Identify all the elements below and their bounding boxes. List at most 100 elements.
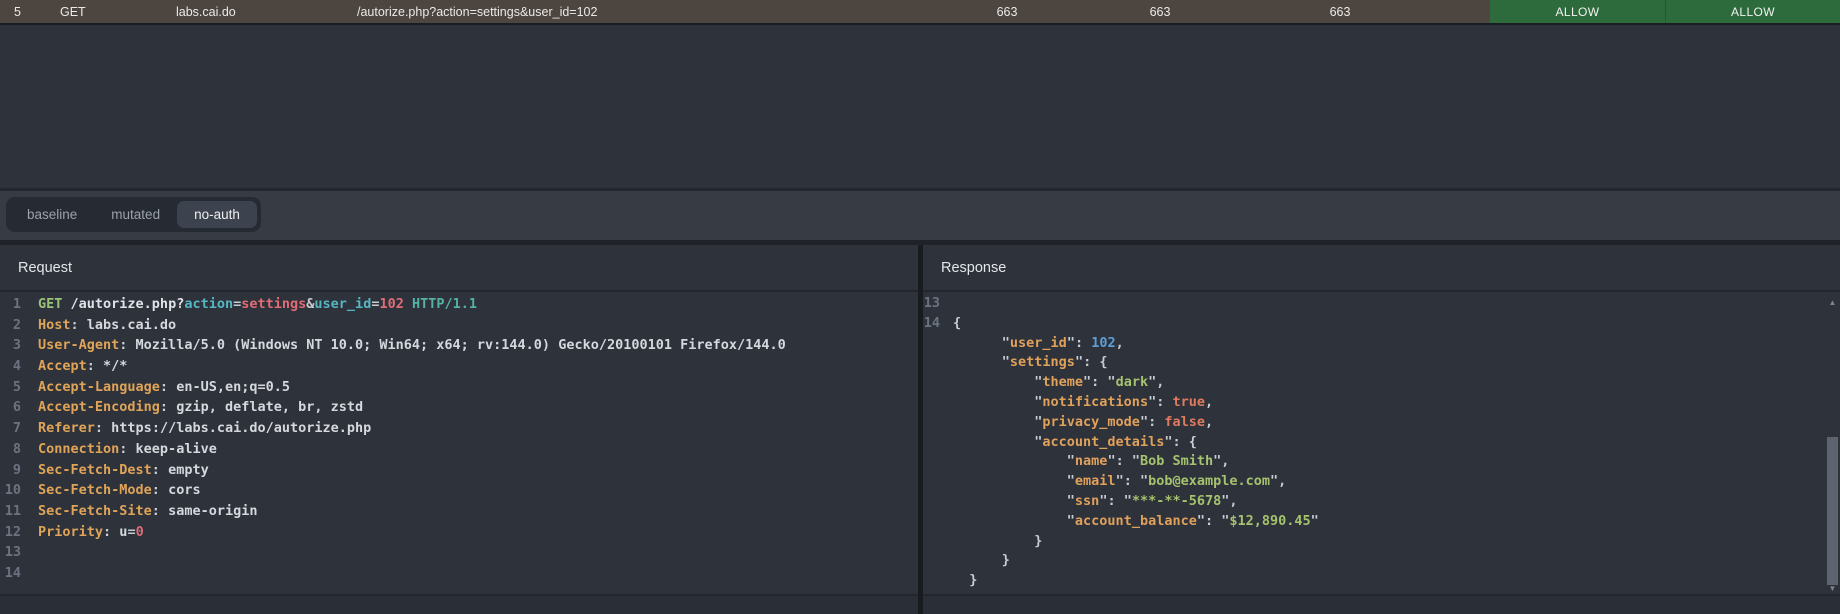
line-number [923,571,940,591]
code-line: 7 Referer: https://labs.cai.do/autorize.p… [0,418,918,439]
row-cell-length-baseline[interactable]: 663 [884,0,1130,23]
code-line: "name": "Bob Smith", [923,452,1840,472]
code-line: 3 User-Agent: Mozilla/5.0 (Windows NT 10.… [0,335,918,356]
row-cell-method[interactable]: GET [45,0,140,23]
code-line: 12 Priority: u=0 [0,522,918,543]
line-number: 3 [0,335,21,356]
row-cell-id[interactable]: 5 [0,0,45,23]
line-number: 4 [0,356,21,377]
request-code-editor[interactable]: 1 GET /autorize.php?action=settings&user_… [0,292,918,594]
code-line-text: GET /autorize.php?action=settings&user_i… [38,294,477,315]
response-code-editor[interactable]: 1314 { "user_id": 102, "settings": { "the… [923,292,1840,594]
code-line-text: "email": "bob@example.com", [953,472,1286,492]
code-line: "account_details": { [923,433,1840,453]
line-number: 7 [0,418,21,439]
code-line: "notifications": true, [923,393,1840,413]
row-cell-verdict-noauth[interactable]: ALLOW [1665,0,1840,23]
code-line-text: "name": "Bob Smith", [953,452,1229,472]
line-number: 12 [0,522,21,543]
code-line: 14 [0,563,918,584]
code-line: 14 { [923,314,1840,334]
request-table-empty-area [0,25,1840,188]
code-line-text: "account_balance": "$12,890.45" [953,512,1319,532]
code-line-text: Connection: keep-alive [38,439,217,460]
code-line-text: Accept-Language: en-US,en;q=0.5 [38,377,290,398]
code-line-text: "user_id": 102, [953,334,1124,354]
code-line: "user_id": 102, [923,334,1840,354]
request-panel-header: Request [0,245,918,292]
code-line-text: "account_details": { [953,433,1197,453]
code-line-text: Sec-Fetch-Mode: cors [38,480,201,501]
code-line: "settings": { [923,353,1840,373]
response-panel-footer [923,594,1840,614]
scroll-down-icon[interactable]: ▼ [1826,584,1839,594]
code-line-text: "theme": "dark", [953,373,1164,393]
line-number [923,512,940,532]
line-number: 2 [0,315,21,336]
line-number: 6 [0,397,21,418]
line-number: 5 [0,377,21,398]
editors-container: Request 1 GET /autorize.php?action=settin… [0,240,1840,614]
code-line-text: } [953,551,1010,571]
row-cell-verdict-mutated[interactable]: ALLOW [1490,0,1665,23]
code-line-text: Host: labs.cai.do [38,315,176,336]
line-number [923,393,940,413]
line-number: 13 [0,542,21,563]
line-number: 13 [923,294,940,314]
code-line-text: Priority: u=0 [38,522,144,543]
line-number: 14 [923,314,940,334]
line-number: 14 [0,563,21,584]
response-panel-title: Response [941,260,1006,276]
code-line: 8 Connection: keep-alive [0,439,918,460]
code-line-text: Accept-Encoding: gzip, deflate, br, zstd [38,397,363,418]
row-cell-host[interactable]: labs.cai.do [140,0,355,23]
line-number [923,413,940,433]
row-cell-length-noauth[interactable]: 663 [1190,0,1490,23]
response-scrollbar[interactable]: ▲ ▼ [1826,294,1839,594]
code-line-text: { [953,314,961,334]
scrollbar-thumb[interactable] [1827,437,1838,585]
line-number: 1 [0,294,21,315]
code-line-text: User-Agent: Mozilla/5.0 (Windows NT 10.0… [38,335,786,356]
code-line: 4 Accept: */* [0,356,918,377]
code-line: 13 [0,542,918,563]
code-line: } [923,571,1840,591]
code-line: } [923,551,1840,571]
line-number [923,334,940,354]
line-number [923,353,940,373]
request-table-row[interactable]: 5 GET labs.cai.do /autorize.php?action=s… [0,0,1840,25]
line-number: 11 [0,501,21,522]
line-number [923,551,940,571]
line-number: 8 [0,439,21,460]
request-panel-title: Request [18,260,72,276]
line-number [923,452,940,472]
tab-baseline[interactable]: baseline [10,201,94,228]
request-panel-footer [0,594,918,614]
row-cell-path[interactable]: /autorize.php?action=settings&user_id=10… [355,0,884,23]
code-line-text: Accept: */* [38,356,127,377]
code-line: "theme": "dark", [923,373,1840,393]
code-line: "email": "bob@example.com", [923,472,1840,492]
code-line: "ssn": "***-**-5678", [923,492,1840,512]
response-panel: Response 1314 { "user_id": 102, "settings… [923,245,1840,614]
code-line-text: Sec-Fetch-Dest: empty [38,460,209,481]
line-number: 10 [0,480,21,501]
tab-no-auth[interactable]: no-auth [177,201,257,228]
code-line-text: } [953,532,1042,552]
row-cell-length-mutated[interactable]: 663 [1130,0,1190,23]
tab-mutated[interactable]: mutated [94,201,177,228]
response-panel-header: Response [923,245,1840,292]
scroll-up-icon[interactable]: ▲ [1826,298,1839,308]
code-line-text: Referer: https://labs.cai.do/autorize.ph… [38,418,371,439]
code-line: } [923,532,1840,552]
code-line: 6 Accept-Encoding: gzip, deflate, br, zst… [0,397,918,418]
code-line: 11 Sec-Fetch-Site: same-origin [0,501,918,522]
line-number [923,433,940,453]
code-line-text: Sec-Fetch-Site: same-origin [38,501,257,522]
code-line-text: "notifications": true, [953,393,1213,413]
code-line: 9 Sec-Fetch-Dest: empty [0,460,918,481]
code-line: 5 Accept-Language: en-US,en;q=0.5 [0,377,918,398]
code-line: 1 GET /autorize.php?action=settings&user_… [0,294,918,315]
code-line-text: "ssn": "***-**-5678", [953,492,1238,512]
line-number: 9 [0,460,21,481]
